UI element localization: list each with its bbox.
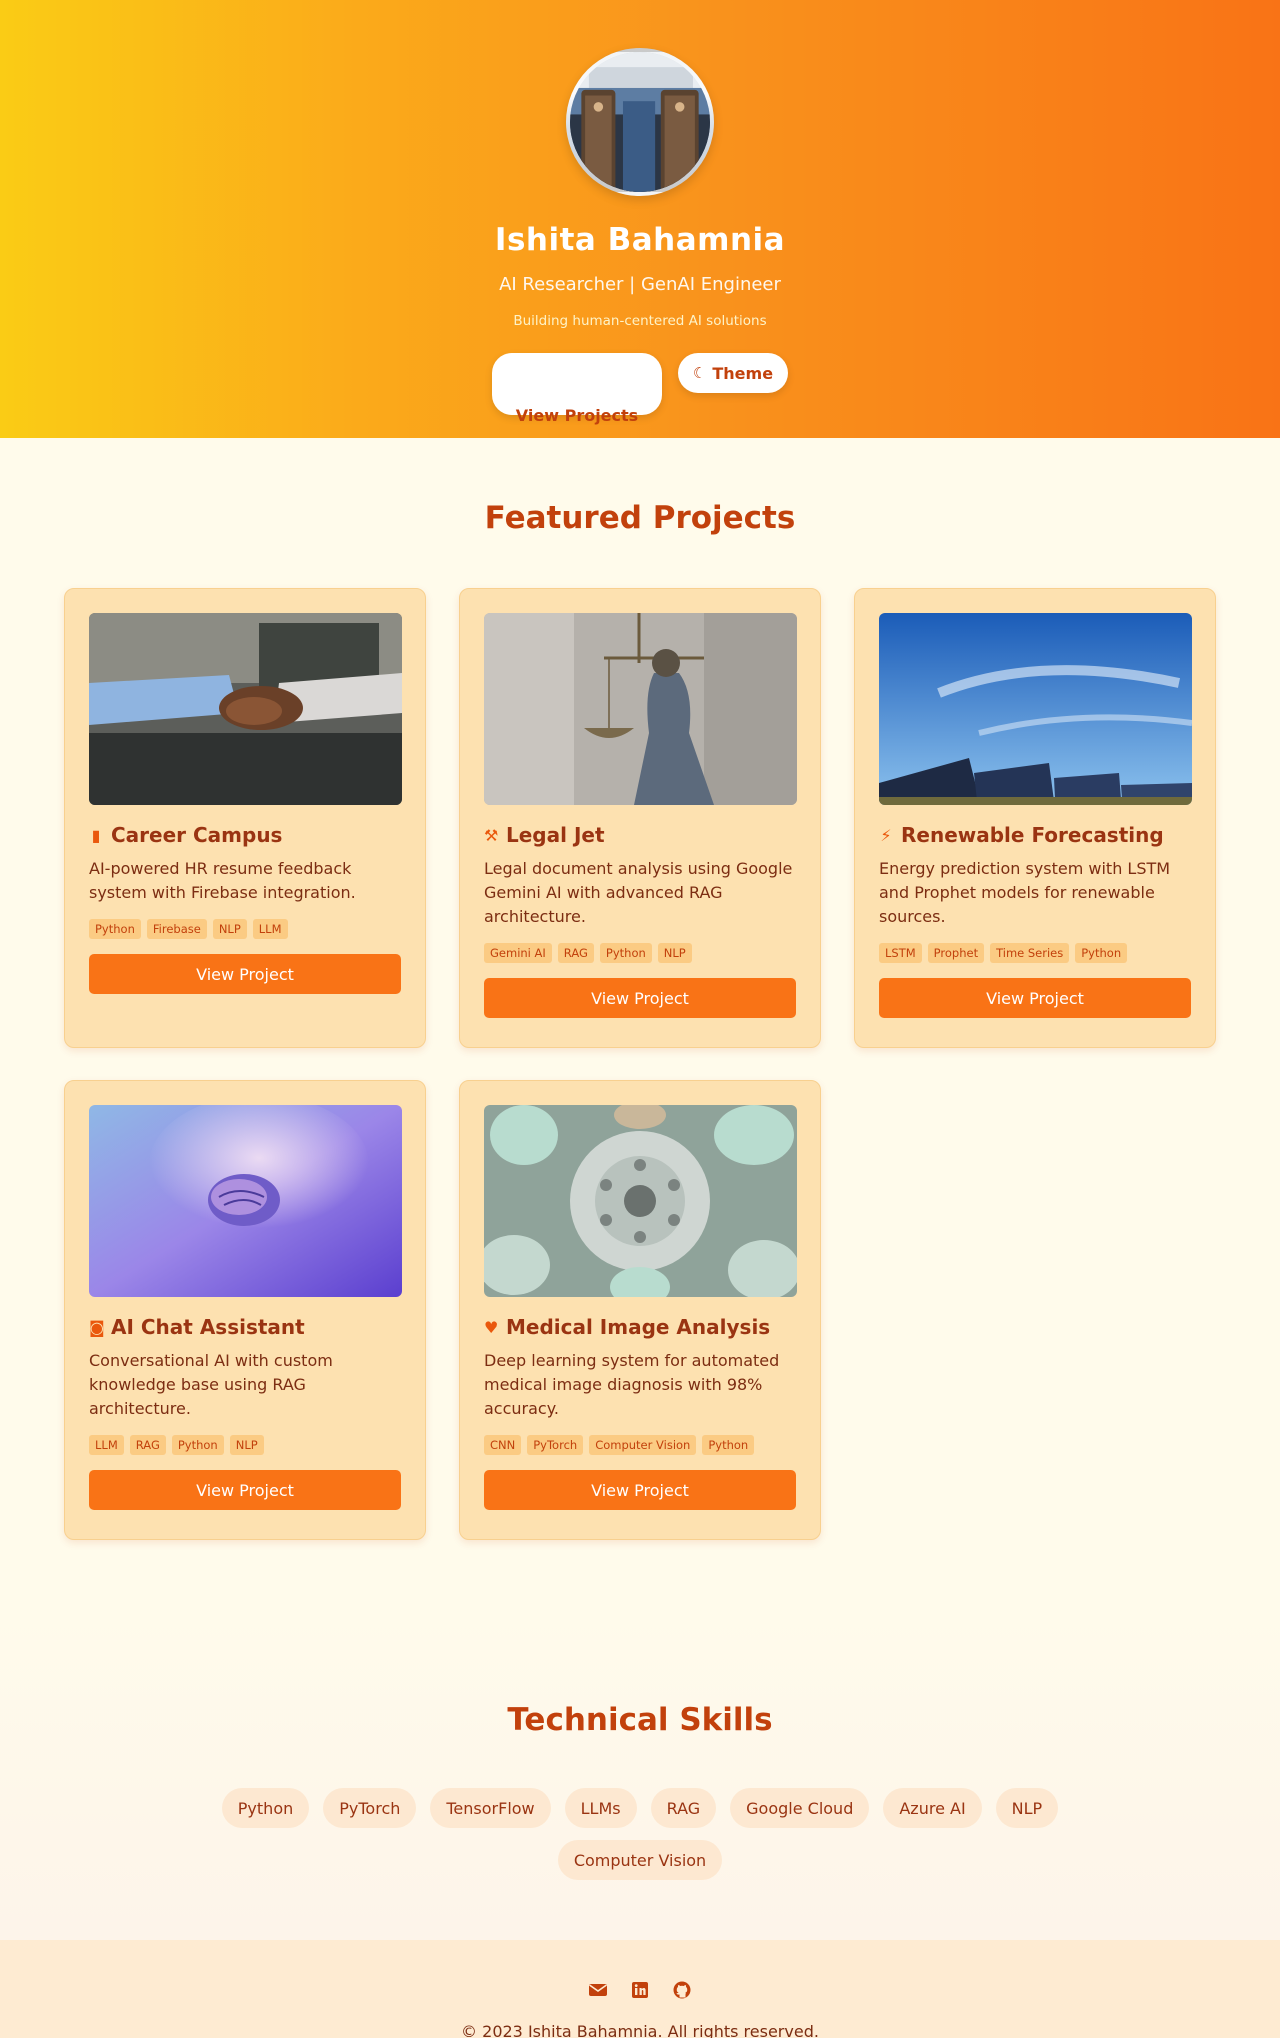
project-title-text: Renewable Forecasting: [901, 823, 1164, 847]
project-image: [484, 613, 797, 805]
project-tag: Python: [171, 1435, 224, 1455]
skill-chip: Google Cloud: [730, 1788, 870, 1828]
hero-role: AI Researcher | GenAI Engineer: [499, 274, 781, 295]
project-title: ▮ Career Campus: [89, 823, 401, 847]
view-project-button[interactable]: View Project: [484, 978, 796, 1018]
project-image: [484, 1105, 797, 1297]
project-tag: Python: [1075, 943, 1128, 963]
gavel-icon: ⚒: [484, 825, 499, 845]
footer: © 2023 Ishita Bahamnia. All rights reser…: [0, 1940, 1280, 2038]
project-tags: LLM RAG Python NLP: [89, 1435, 401, 1455]
skills-section: Technical Skills Python PyTorch TensorFl…: [0, 1616, 1280, 1940]
hero-section: Ishita Bahamnia AI Researcher | GenAI En…: [0, 0, 1280, 438]
view-project-button[interactable]: View Project: [89, 1470, 401, 1510]
project-title-text: Career Campus: [111, 823, 283, 847]
project-tags: LSTM Prophet Time Series Python: [879, 943, 1191, 963]
project-card: ⚒ Legal Jet Legal document analysis usin…: [459, 588, 821, 1048]
project-tag: RAG: [557, 943, 594, 963]
skill-list: Python PyTorch TensorFlow LLMs RAG Googl…: [210, 1788, 1070, 1880]
project-description: Energy prediction system with LSTM and P…: [879, 859, 1171, 926]
projects-grid: ▮ Career Campus AI-powered HR resume fee…: [64, 588, 1216, 1540]
project-title-text: Medical Image Analysis: [506, 1315, 771, 1339]
skill-chip: LLMs: [564, 1788, 637, 1828]
project-card: ⚡ Renewable Forecasting Energy predictio…: [854, 588, 1216, 1048]
bolt-icon: ⚡: [880, 825, 892, 845]
skill-chip: TensorFlow: [430, 1788, 551, 1828]
projects-title: Featured Projects: [484, 500, 796, 536]
linkedin-icon[interactable]: [630, 1980, 650, 2000]
project-tag: Prophet: [927, 943, 985, 963]
project-tag: Time Series: [990, 943, 1070, 963]
skills-title: Technical Skills: [507, 1702, 773, 1738]
project-tag: LLM: [252, 919, 288, 939]
project-card: ◙ AI Chat Assistant Conversational AI wi…: [64, 1080, 426, 1540]
project-tags: Python Firebase NLP LLM: [89, 919, 401, 939]
project-tag: Firebase: [146, 919, 207, 939]
project-tags: CNN PyTorch Computer Vision Python: [484, 1435, 796, 1455]
project-tag: RAG: [129, 1435, 166, 1455]
github-icon[interactable]: [672, 1980, 692, 2000]
project-tag: Python: [702, 1435, 755, 1455]
robot-icon: ◙: [89, 1317, 105, 1337]
project-description: Deep learning system for automated medic…: [484, 1351, 780, 1418]
copyright-text: © 2023 Ishita Bahamnia. All rights reser…: [461, 2022, 819, 2038]
file-icon: ▮: [91, 825, 101, 845]
theme-toggle-button[interactable]: ☾ Theme: [678, 353, 788, 393]
hero-tagline: Building human-centered AI solutions: [513, 313, 767, 329]
project-tag: LLM: [89, 1435, 124, 1455]
project-tag: NLP: [212, 919, 247, 939]
project-tag: PyTorch: [527, 1435, 584, 1455]
project-tag: Gemini AI: [484, 943, 552, 963]
hero-buttons: View Projects ☾ Theme: [492, 353, 788, 425]
project-tag: CNN: [484, 1435, 522, 1455]
project-description: Legal document analysis using Google Gem…: [484, 859, 793, 926]
theme-label: Theme: [712, 363, 774, 383]
skill-chip: Computer Vision: [557, 1840, 723, 1880]
heartbeat-icon: ♥: [484, 1317, 499, 1337]
skill-chip: PyTorch: [323, 1788, 417, 1828]
view-projects-label: View Projects: [515, 405, 639, 425]
social-links: [588, 1980, 692, 2000]
view-projects-button[interactable]: View Projects: [492, 353, 662, 425]
skill-chip: Azure AI: [883, 1788, 982, 1828]
skill-chip: NLP: [995, 1788, 1059, 1828]
project-card: ♥ Medical Image Analysis Deep learning s…: [459, 1080, 821, 1540]
envelope-icon[interactable]: [588, 1980, 608, 2000]
project-title: ⚡ Renewable Forecasting: [879, 823, 1191, 847]
project-card: ▮ Career Campus AI-powered HR resume fee…: [64, 588, 426, 1048]
project-tag: NLP: [229, 1435, 264, 1455]
project-description: Conversational AI with custom knowledge …: [89, 1351, 333, 1418]
moon-icon: ☾: [692, 364, 707, 382]
project-tag: LSTM: [879, 943, 922, 963]
view-project-button[interactable]: View Project: [89, 954, 401, 994]
projects-section: Featured Projects ▮ Career Campus AI-pow…: [0, 438, 1280, 1540]
skill-chip: RAG: [650, 1788, 717, 1828]
project-image: [89, 1105, 402, 1297]
project-image: [879, 613, 1192, 805]
project-tag: Python: [89, 919, 141, 939]
project-tag: NLP: [657, 943, 692, 963]
avatar: [566, 48, 714, 196]
view-project-button[interactable]: View Project: [879, 978, 1191, 1018]
project-description: AI-powered HR resume feedback system wit…: [89, 859, 356, 902]
project-tag: Python: [599, 943, 652, 963]
project-tag: Computer Vision: [589, 1435, 697, 1455]
view-project-button[interactable]: View Project: [484, 1470, 796, 1510]
project-title: ◙ AI Chat Assistant: [89, 1315, 401, 1339]
project-title: ♥ Medical Image Analysis: [484, 1315, 796, 1339]
project-title-text: AI Chat Assistant: [111, 1315, 305, 1339]
project-title: ⚒ Legal Jet: [484, 823, 796, 847]
project-tags: Gemini AI RAG Python NLP: [484, 943, 796, 963]
skill-chip: Python: [221, 1788, 310, 1828]
project-image: [89, 613, 402, 805]
hero-name: Ishita Bahamnia: [494, 222, 786, 258]
project-title-text: Legal Jet: [506, 823, 605, 847]
